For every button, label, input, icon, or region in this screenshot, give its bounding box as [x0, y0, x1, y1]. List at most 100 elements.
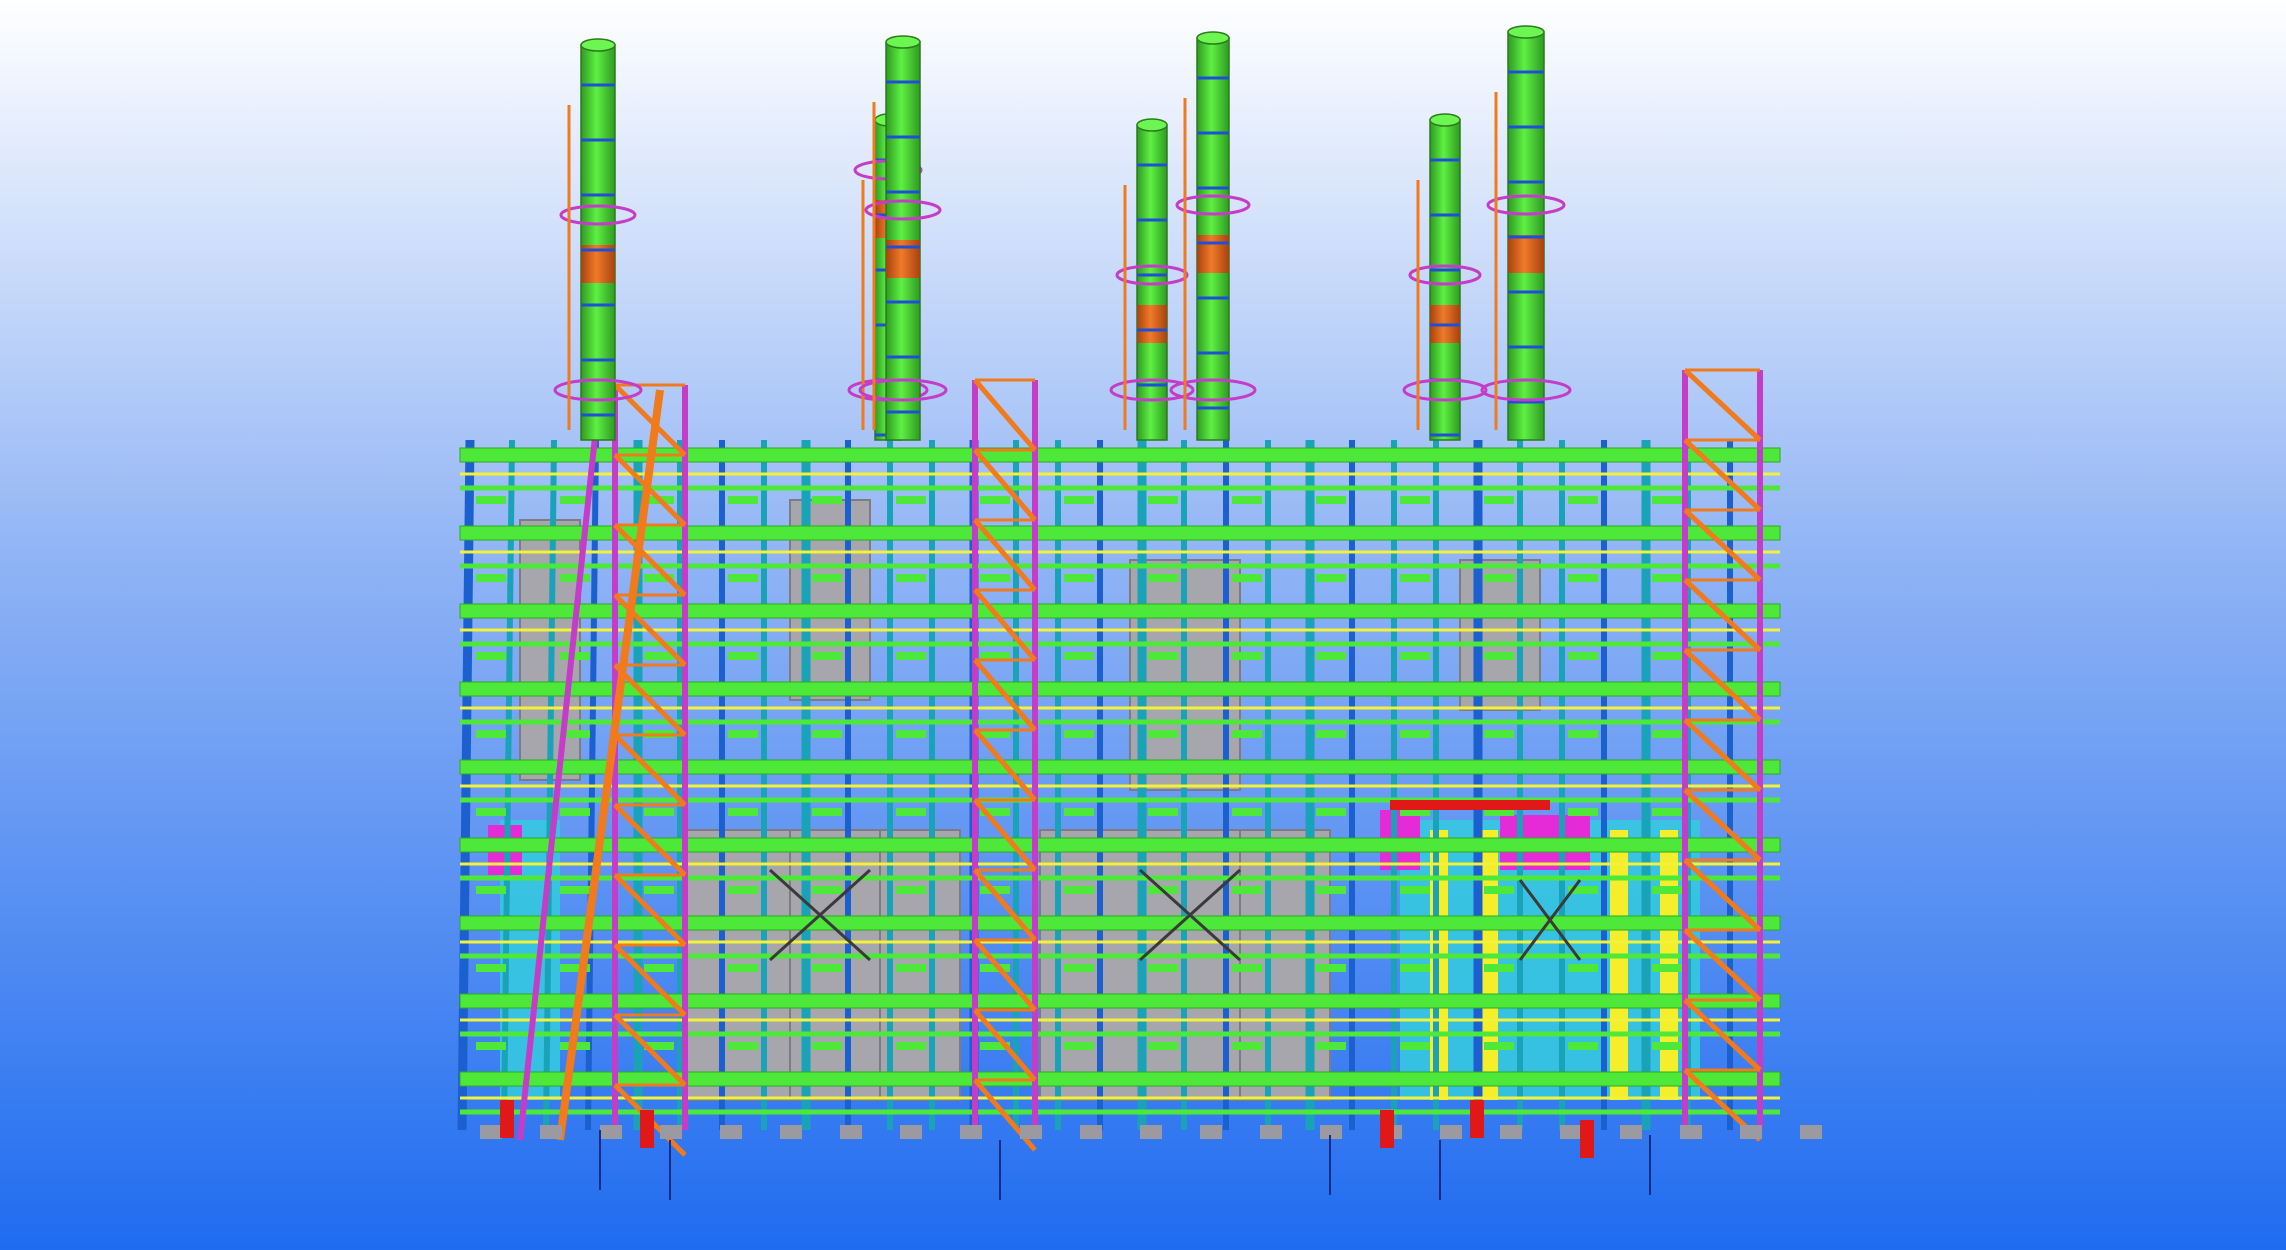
stack-top — [1429, 113, 1461, 127]
stack-top — [580, 38, 616, 52]
column-base-plate — [1260, 1125, 1282, 1139]
column-base-plate — [1740, 1125, 1762, 1139]
beam-stub — [1316, 652, 1346, 660]
beam-stub — [1232, 964, 1262, 972]
beam-stub — [476, 808, 506, 816]
beam-stub — [1316, 574, 1346, 582]
beam-stub — [1400, 496, 1430, 504]
floor-beam — [459, 759, 1781, 775]
beam-stub — [896, 964, 926, 972]
beam-stub — [896, 730, 926, 738]
beam-stub — [1148, 964, 1178, 972]
column-base-plate — [1800, 1125, 1822, 1139]
beam-stub — [1232, 808, 1262, 816]
red-support — [500, 1100, 514, 1138]
stack-top — [885, 35, 921, 49]
red-support — [1380, 1110, 1394, 1148]
beam-stub — [1568, 574, 1598, 582]
beam-stub — [644, 808, 674, 816]
red-pipe-rack — [1390, 800, 1550, 810]
beam-stub — [1400, 964, 1430, 972]
beam-stub — [1652, 730, 1682, 738]
beam-stub — [1652, 574, 1682, 582]
floor-beam — [459, 525, 1781, 541]
beam-stub — [1064, 964, 1094, 972]
beam-stub — [896, 1042, 926, 1050]
beam-stub — [1400, 1042, 1430, 1050]
beam-stub — [1484, 730, 1514, 738]
beam-stub — [1484, 574, 1514, 582]
beam-stub — [1232, 496, 1262, 504]
beam-stub — [812, 808, 842, 816]
3d-model-viewport[interactable] — [0, 0, 2286, 1250]
stack-orange-band — [1197, 235, 1229, 273]
beam-stub — [728, 574, 758, 582]
beam-stub — [1064, 574, 1094, 582]
beam-stub — [1568, 808, 1598, 816]
beam-stub — [644, 964, 674, 972]
column-base-plate — [1080, 1125, 1102, 1139]
beam-stub — [812, 574, 842, 582]
beam-stub — [560, 652, 590, 660]
steel-structure-model[interactable] — [0, 0, 2286, 1250]
column-base-plate — [840, 1125, 862, 1139]
beam-stub — [1064, 652, 1094, 660]
beam-stub — [1316, 730, 1346, 738]
beam-stub — [728, 886, 758, 894]
column-base-plate — [1200, 1125, 1222, 1139]
beam-stub — [896, 886, 926, 894]
beam-stub — [812, 652, 842, 660]
beam-stub — [1568, 964, 1598, 972]
beam-stub — [1652, 1042, 1682, 1050]
beam-stub — [1232, 574, 1262, 582]
beam-stub — [896, 574, 926, 582]
beam-stub — [476, 730, 506, 738]
beam-stub — [1484, 964, 1514, 972]
floor-beam — [459, 681, 1781, 697]
beam-stub — [476, 574, 506, 582]
beam-stub — [1400, 574, 1430, 582]
beam-stub — [1064, 808, 1094, 816]
beam-stub — [476, 886, 506, 894]
beam-stub — [1652, 886, 1682, 894]
beam-stub — [1652, 964, 1682, 972]
beam-stub — [1316, 964, 1346, 972]
column-base-plate — [900, 1125, 922, 1139]
red-support — [1470, 1100, 1484, 1138]
stack-top — [1136, 118, 1168, 132]
red-support — [1580, 1120, 1594, 1158]
column-base-plate — [1020, 1125, 1042, 1139]
beam-stub — [1484, 1042, 1514, 1050]
floor-beam — [459, 993, 1781, 1009]
beam-stub — [728, 730, 758, 738]
column-base-plate — [1140, 1125, 1162, 1139]
red-support — [640, 1110, 654, 1148]
stack-orange-band — [1137, 305, 1167, 343]
beam-stub — [728, 652, 758, 660]
beam-stub — [476, 496, 506, 504]
beam-stub — [1652, 652, 1682, 660]
stack-orange-band — [1508, 235, 1544, 273]
beam-stub — [1148, 808, 1178, 816]
column-base-plate — [480, 1125, 502, 1139]
beam-stub — [560, 886, 590, 894]
beam-stub — [476, 652, 506, 660]
beam-stub — [560, 574, 590, 582]
beam-stub — [1064, 886, 1094, 894]
beam-stub — [1316, 496, 1346, 504]
beam-stub — [812, 730, 842, 738]
beam-stub — [812, 1042, 842, 1050]
yellow-column-cladding — [1610, 830, 1628, 1100]
beam-stub — [812, 886, 842, 894]
beam-stub — [1568, 496, 1598, 504]
beam-stub — [1148, 1042, 1178, 1050]
column-base-plate — [720, 1125, 742, 1139]
beam-stub — [1568, 652, 1598, 660]
beam-stub — [896, 808, 926, 816]
beam-stub — [1316, 886, 1346, 894]
beam-stub — [728, 496, 758, 504]
beam-stub — [644, 886, 674, 894]
beam-stub — [1232, 730, 1262, 738]
beam-stub — [1316, 808, 1346, 816]
beam-stub — [1232, 1042, 1262, 1050]
